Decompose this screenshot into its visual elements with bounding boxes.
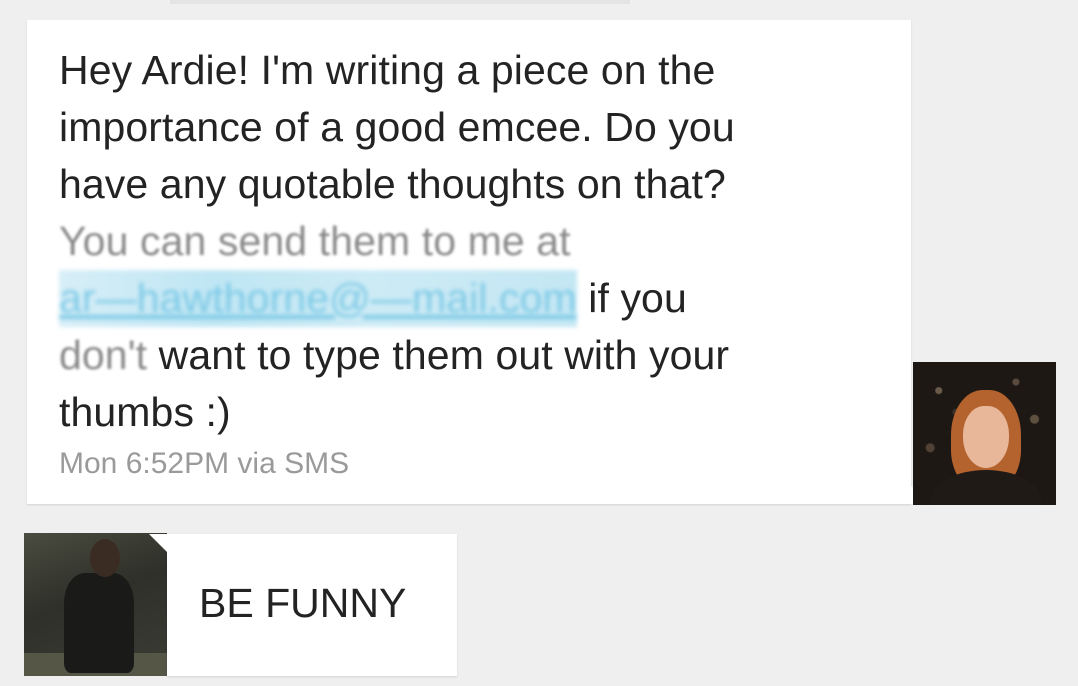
message-line: You can send them to me at [59,218,571,264]
message-line-email: ar—hawthorne@—mail.com if you [59,270,889,327]
outgoing-message-bubble[interactable]: BE FUNNY [149,534,457,676]
previous-message-edge [170,0,630,4]
contact-avatar-man-icon[interactable] [24,533,167,676]
avatar-face [963,406,1009,468]
message-fragment-faded: don't [59,332,148,378]
avatar-head [90,539,120,577]
message-fragment: want to type them out with your [147,332,730,378]
incoming-message-text: Hey Ardie! I'm writing a piece on the im… [59,42,889,441]
contact-avatar-woman-icon[interactable] [913,362,1056,505]
message-line: thumbs :) [59,389,231,435]
avatar-shoulders [931,470,1041,505]
message-line: Hey Ardie! I'm writing a piece on the [59,47,716,93]
message-line: don't want to type them out with your [59,327,889,384]
redacted-email-link[interactable]: ar—hawthorne@—mail.com [59,270,577,327]
message-fragment: if you [576,275,687,321]
message-line: have any quotable thoughts on that? [59,161,726,207]
avatar-body [64,573,134,673]
message-timestamp: Mon 6:52PM via SMS [59,447,350,480]
incoming-message-bubble[interactable]: Hey Ardie! I'm writing a piece on the im… [27,20,933,504]
outgoing-message-text: BE FUNNY [199,580,407,626]
message-line: importance of a good emcee. Do you [59,104,735,150]
